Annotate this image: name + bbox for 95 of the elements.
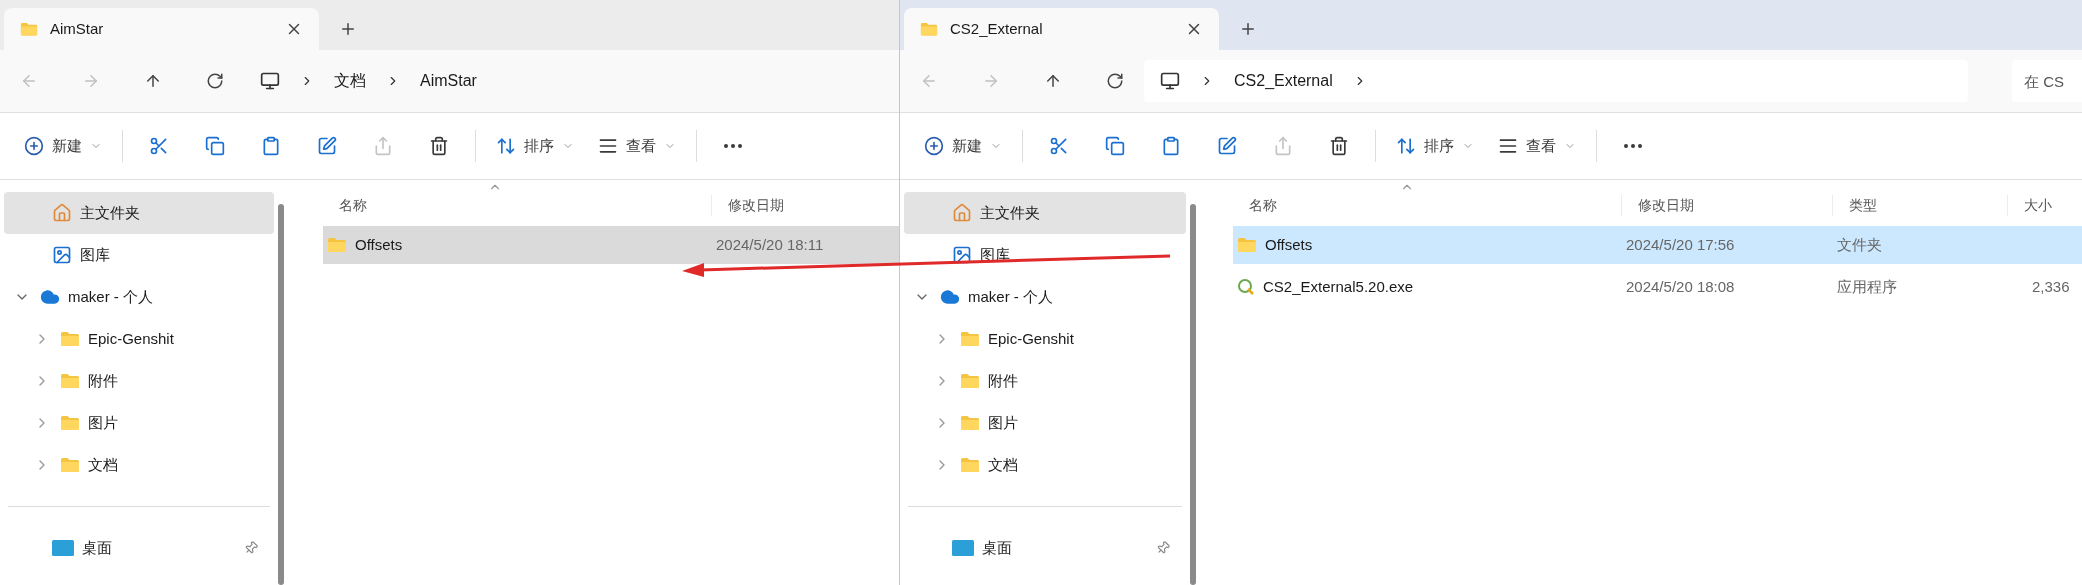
file-name: Offsets <box>355 234 403 255</box>
table-cell-text: 文件夹 <box>1837 234 1882 255</box>
picture-icon <box>52 245 72 265</box>
plus-circle-icon <box>24 136 44 156</box>
folder-icon <box>60 457 80 473</box>
tab[interactable]: CS2_External <box>904 8 1219 50</box>
folder-icon <box>960 457 980 473</box>
file-row[interactable]: CS2_External5.20.exe 2024/5/20 18:08 应用程序 2,336 <box>1233 268 2082 306</box>
sidebar-item[interactable]: 主文件夹 <box>904 192 1186 234</box>
sidebar-item[interactable]: 附件 <box>4 360 274 402</box>
sidebar-item[interactable]: 图片 <box>4 402 274 444</box>
sidebar-item[interactable]: maker - 个人 <box>904 276 1186 318</box>
new-tab-icon[interactable] <box>339 20 357 38</box>
table-cell-text: 应用程序 <box>1837 276 1897 297</box>
up-icon[interactable] <box>1044 72 1062 90</box>
folder-icon <box>60 415 80 431</box>
address-bar[interactable]: CS2_External <box>1144 60 1968 102</box>
pen-square-icon <box>1217 136 1237 156</box>
column-header[interactable]: 名称 <box>323 194 712 216</box>
breadcrumb-item[interactable]: CS2_External <box>1234 69 1333 93</box>
table-cell-text: 2024/5/20 17:56 <box>1626 234 1735 255</box>
sidebar-item[interactable]: 桌面 <box>4 527 274 569</box>
clipboard-icon <box>261 136 281 156</box>
computer-icon <box>1160 71 1180 91</box>
new-tab-icon[interactable] <box>1239 20 1257 38</box>
plus-circle-icon <box>924 136 944 156</box>
table-cell-text: 2024/5/20 18:08 <box>1626 276 1735 297</box>
scissors-icon <box>1049 136 1069 156</box>
table-cell-text: 2024/5/20 18:11 <box>716 234 824 255</box>
sidebar-item[interactable]: 附件 <box>904 360 1186 402</box>
copy-icon <box>205 136 225 156</box>
sidebar-item[interactable]: 文档 <box>4 444 274 486</box>
sidebar-item[interactable]: 文档 <box>904 444 1186 486</box>
new-button[interactable]: 新建 <box>912 126 1014 166</box>
copy-icon <box>1105 136 1125 156</box>
home-icon <box>952 203 972 223</box>
folder-icon <box>1237 237 1257 253</box>
folder-icon <box>20 21 38 37</box>
desktop-icon <box>952 540 974 556</box>
lines-icon <box>598 136 618 156</box>
table-cell-text: 2,336 <box>2032 276 2070 297</box>
file-row[interactable]: Offsets 2024/5/20 18:11 <box>323 226 899 264</box>
cloud-icon <box>940 287 960 307</box>
view-button[interactable]: 查看 <box>1486 126 1588 166</box>
share-icon <box>373 136 393 156</box>
ellipsis-icon <box>1624 144 1642 148</box>
scrollbar[interactable] <box>1190 204 1196 585</box>
search-field[interactable]: 在 CS <box>2012 60 2082 102</box>
pen-square-icon <box>317 136 337 156</box>
computer-icon <box>260 71 280 91</box>
file-name: Offsets <box>1265 234 1313 255</box>
trash-icon <box>1329 136 1349 156</box>
column-header[interactable]: 修改日期 <box>1622 194 1833 216</box>
new-button[interactable]: 新建 <box>12 126 114 166</box>
refresh-icon[interactable] <box>1106 72 1124 90</box>
breadcrumb-item[interactable]: AimStar <box>420 69 477 93</box>
breadcrumb-item[interactable]: 文档 <box>334 69 366 93</box>
sidebar-item[interactable]: 主文件夹 <box>4 192 274 234</box>
app-icon <box>1237 278 1255 296</box>
sort-button[interactable]: 排序 <box>484 126 586 166</box>
desktop-icon <box>52 540 74 556</box>
folder-icon <box>960 415 980 431</box>
scrollbar[interactable] <box>278 204 284 585</box>
sidebar-item[interactable]: 图库 <box>4 234 274 276</box>
folder-icon <box>60 373 80 389</box>
column-header[interactable]: 名称 <box>1233 194 1622 216</box>
sidebar-item[interactable]: 图片 <box>904 402 1186 444</box>
sidebar-item[interactable]: 桌面 <box>904 527 1186 569</box>
arrows-up-down-icon <box>1396 136 1416 156</box>
lines-icon <box>1498 136 1518 156</box>
up-icon[interactable] <box>144 72 162 90</box>
scissors-icon <box>149 136 169 156</box>
file-row[interactable]: Offsets 2024/5/20 17:56 文件夹 <box>1233 226 2082 264</box>
home-icon <box>52 203 72 223</box>
folder-icon <box>960 373 980 389</box>
folder-icon <box>960 331 980 347</box>
sidebar-item[interactable]: Epic-Genshit <box>904 318 1186 360</box>
clipboard-icon <box>1161 136 1181 156</box>
cloud-icon <box>40 287 60 307</box>
ellipsis-icon <box>724 144 742 148</box>
sort-button[interactable]: 排序 <box>1384 126 1486 166</box>
column-header[interactable]: 类型 <box>1833 194 2008 216</box>
folder-icon <box>327 237 347 253</box>
file-name: CS2_External5.20.exe <box>1263 276 1414 297</box>
tab[interactable]: AimStar <box>4 8 319 50</box>
column-header[interactable]: 大小 <box>2008 194 2082 216</box>
trash-icon <box>429 136 449 156</box>
share-icon <box>1273 136 1293 156</box>
arrows-up-down-icon <box>496 136 516 156</box>
sidebar-item[interactable]: Epic-Genshit <box>4 318 274 360</box>
folder-icon <box>60 331 80 347</box>
refresh-icon[interactable] <box>206 72 224 90</box>
sidebar-item[interactable]: maker - 个人 <box>4 276 274 318</box>
folder-icon <box>920 21 938 37</box>
view-button[interactable]: 查看 <box>586 126 688 166</box>
